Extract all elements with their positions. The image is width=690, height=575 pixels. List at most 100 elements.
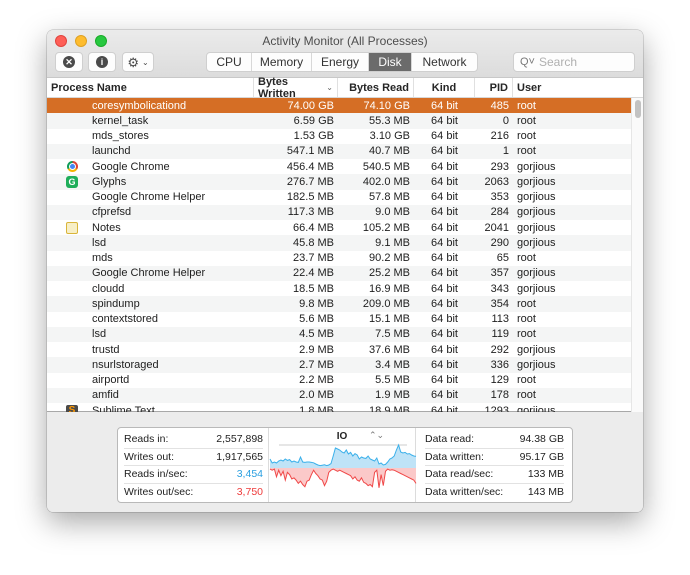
user-cell: root — [517, 114, 536, 127]
tab-disk[interactable]: Disk — [369, 53, 412, 71]
process-name-cell: Google Chrome Helper — [47, 191, 254, 203]
bytes-read-cell: 57.8 MB — [369, 191, 410, 204]
column-header-bytes-read[interactable]: Bytes Read — [338, 78, 414, 97]
inspect-process-button[interactable]: i — [88, 52, 116, 72]
table-row[interactable]: cfprefsd 117.3 MB 9.0 MB 64 bit 284 gorjious — [47, 204, 631, 220]
table-row[interactable]: kernel_task 6.59 GB 55.3 MB 64 bit 0 root — [47, 113, 631, 129]
tab-energy[interactable]: Energy — [312, 53, 369, 71]
kind-cell: 64 bit — [431, 130, 458, 143]
search-placeholder: Search — [538, 55, 578, 69]
table-row[interactable]: launchd 547.1 MB 40.7 MB 64 bit 1 root — [47, 143, 631, 159]
process-icon-slot — [65, 267, 79, 279]
table-body: coresymbolicationd 74.00 GB 74.10 GB 64 bit… — [47, 98, 631, 412]
kind-cell: 64 bit — [431, 114, 458, 127]
table-row[interactable]: lsd 4.5 MB 7.5 MB 64 bit 119 root — [47, 326, 631, 342]
kind-cell: 64 bit — [431, 328, 458, 341]
search-input[interactable]: Q˅ Search — [513, 52, 635, 72]
process-icon-slot — [65, 359, 79, 371]
vertical-scrollbar[interactable] — [631, 98, 643, 412]
column-header-kind[interactable]: Kind — [414, 78, 475, 97]
x-circle-icon: ✕ — [63, 56, 75, 68]
category-tabs: CPU Memory Energy Disk Network — [206, 52, 478, 72]
process-icon-slot — [65, 313, 79, 325]
pid-cell: 284 — [490, 206, 509, 219]
stat-value: 143 MB — [527, 486, 564, 499]
table-row[interactable]: Google Chrome 456.4 MB 540.5 MB 64 bit 293 go… — [47, 159, 631, 174]
bytes-read-cell: 25.2 MB — [369, 267, 410, 280]
glyphs-app-icon: G — [66, 175, 78, 188]
stat-label: Writes out: — [124, 450, 174, 463]
table-row[interactable]: cloudd 18.5 MB 16.9 MB 64 bit 343 gorjious — [47, 281, 631, 296]
table-row[interactable]: Notes 66.4 MB 105.2 MB 64 bit 2041 gorjious — [47, 220, 631, 235]
user-cell: root — [517, 389, 536, 402]
data-totals: Data read: 94.38 GB Data written: 95.17 … — [417, 428, 572, 502]
table-row[interactable]: Google Chrome Helper 182.5 MB 57.8 MB 64 bi… — [47, 190, 631, 205]
column-header-user[interactable]: User — [513, 78, 585, 97]
bytes-read-cell: 7.5 MB — [375, 328, 410, 341]
process-name: amfid — [92, 389, 119, 402]
table-row[interactable]: S Sublime Text 1.8 MB 18.9 MB 64 bit 1293 gorj… — [47, 403, 631, 412]
bytes-read-cell: 37.6 MB — [369, 343, 410, 356]
user-cell: gorjious — [517, 191, 556, 204]
process-name: Google Chrome — [92, 160, 170, 173]
table-row[interactable]: coresymbolicationd 74.00 GB 74.10 GB 64 bit… — [47, 98, 631, 114]
process-name: Google Chrome Helper — [92, 191, 206, 204]
user-cell: gorjious — [517, 282, 556, 295]
sublime-text-icon: S — [66, 404, 78, 412]
table-row[interactable]: amfid 2.0 MB 1.9 MB 64 bit 178 root — [47, 387, 631, 403]
table-row[interactable]: mds_stores 1.53 GB 3.10 GB 64 bit 216 root — [47, 129, 631, 144]
stat-data-written: Data written: 95.17 GB — [425, 449, 564, 466]
writes-area — [270, 468, 416, 488]
table-row[interactable]: trustd 2.9 MB 37.6 MB 64 bit 292 gorjious — [47, 342, 631, 357]
pid-cell: 2063 — [484, 175, 509, 188]
process-name: Glyphs — [92, 175, 127, 188]
user-cell: root — [517, 374, 536, 387]
table-row[interactable]: contextstored 5.6 MB 15.1 MB 64 bit 113 root — [47, 312, 631, 327]
tab-network[interactable]: Network — [412, 53, 477, 71]
column-header-bytes-written[interactable]: Bytes Written ⌄ — [254, 76, 338, 100]
table-row[interactable]: nsurlstoraged 2.7 MB 3.4 MB 64 bit 336 gorjio… — [47, 357, 631, 373]
stat-data-read: Data read: 94.38 GB — [425, 431, 564, 449]
stat-value: 133 MB — [527, 468, 564, 481]
process-icon-slot — [65, 100, 79, 112]
process-icon-slot — [65, 130, 79, 142]
process-name-cell: amfid — [47, 389, 254, 401]
bytes-written-cell: 2.9 MB — [299, 343, 334, 356]
user-cell: gorjious — [517, 404, 556, 412]
column-header-pid[interactable]: PID — [475, 78, 513, 97]
table-row[interactable]: lsd 45.8 MB 9.1 MB 64 bit 290 gorjious — [47, 235, 631, 251]
table-row[interactable]: spindump 9.8 MB 209.0 MB 64 bit 354 root — [47, 296, 631, 312]
process-name: mds — [92, 252, 113, 265]
bytes-read-cell: 5.5 MB — [375, 374, 410, 387]
disk-summary-panel: Reads in: 2,557,898 Writes out: 1,917,56… — [47, 413, 643, 512]
stat-value: 94.38 GB — [519, 433, 564, 446]
pid-cell: 1293 — [484, 404, 509, 412]
process-icon-slot: G — [65, 175, 79, 188]
process-icon-slot — [65, 328, 79, 340]
bytes-read-cell: 90.2 MB — [369, 252, 410, 265]
pid-cell: 293 — [490, 160, 509, 173]
process-name: coresymbolicationd — [92, 99, 187, 112]
table-row[interactable]: Google Chrome Helper 22.4 MB 25.2 MB 64 bit… — [47, 265, 631, 281]
table-row[interactable]: airportd 2.2 MB 5.5 MB 64 bit 129 root — [47, 373, 631, 388]
tab-memory[interactable]: Memory — [252, 53, 312, 71]
process-name: cloudd — [92, 282, 125, 295]
table-row[interactable]: G Glyphs 276.7 MB 402.0 MB 64 bit 2063 gorjiou… — [47, 174, 631, 190]
process-name-cell: cloudd — [47, 283, 254, 295]
kind-cell: 64 bit — [431, 343, 458, 356]
stop-process-button[interactable]: ✕ — [55, 52, 83, 72]
kind-cell: 64 bit — [431, 389, 458, 402]
process-name-cell: mds — [47, 252, 254, 264]
action-menu-button[interactable]: ⚙ ⌄ — [122, 52, 154, 72]
gear-icon: ⚙ — [127, 54, 139, 70]
process-icon-slot — [65, 389, 79, 401]
kind-cell: 64 bit — [431, 160, 458, 173]
table-row[interactable]: mds 23.7 MB 90.2 MB 64 bit 65 root — [47, 251, 631, 266]
process-name: spindump — [92, 297, 140, 310]
scrollbar-thumb[interactable] — [635, 100, 641, 118]
process-icon-slot — [65, 252, 79, 264]
column-header-process-name[interactable]: Process Name — [47, 78, 254, 97]
tab-cpu[interactable]: CPU — [207, 53, 252, 71]
stat-label: Data read: — [425, 433, 475, 446]
process-name-cell: kernel_task — [47, 115, 254, 127]
